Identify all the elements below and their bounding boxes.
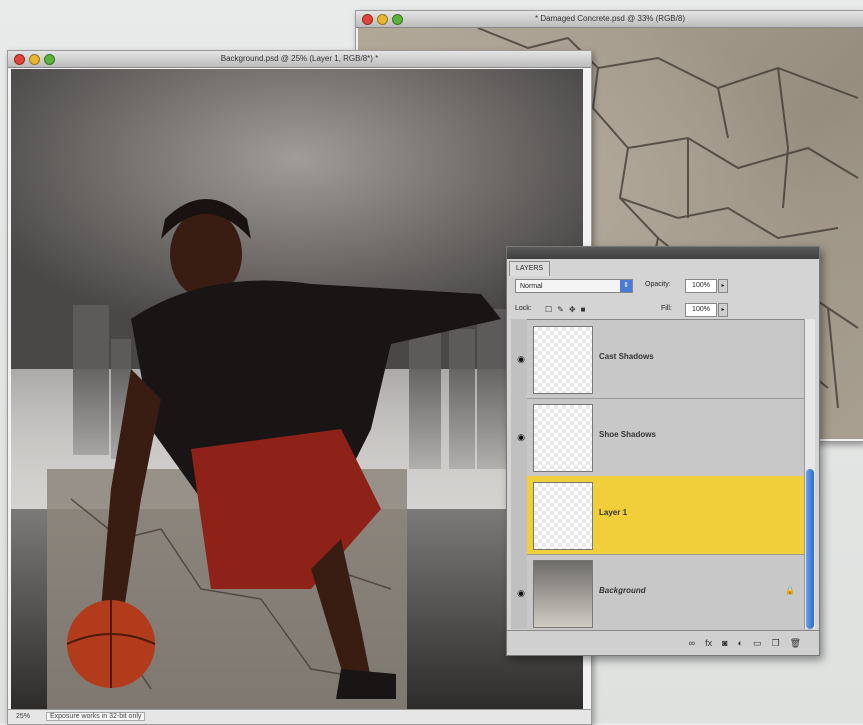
concrete-title: * Damaged Concrete.psd @ 33% (RGB/8) — [535, 14, 685, 23]
composite-canvas[interactable] — [11, 69, 583, 709]
layer-row-cast-shadows[interactable]: Cast Shadows — [527, 320, 811, 399]
fill-field[interactable]: 100% — [685, 303, 717, 317]
lock-transparent-icon[interactable]: ☐ — [545, 303, 552, 317]
layer-row-shoe-shadows[interactable]: Shoe Shadows — [527, 398, 811, 477]
layer-row-layer-1[interactable]: Layer 1 — [527, 476, 811, 555]
delete-layer-icon[interactable]: 🗑 — [790, 638, 801, 649]
panel-header[interactable] — [507, 247, 819, 259]
fill-label: Fill: — [661, 305, 672, 312]
layers-footer: ∞ fx ◙ ◐ ▭ ❐ 🗑 — [507, 630, 819, 655]
layers-tab[interactable]: LAYERS — [509, 261, 551, 276]
lock-label: Lock: — [515, 305, 532, 312]
layer-thumbnail — [533, 560, 593, 628]
fill-stepper[interactable]: ▸ — [718, 303, 728, 317]
layer-style-icon[interactable]: fx — [705, 638, 712, 648]
background-title: Background.psd @ 25% (Layer 1, RGB/8*) * — [220, 54, 379, 63]
eye-icon[interactable]: ◉ — [515, 433, 527, 442]
lock-all-icon[interactable]: ■ — [581, 303, 586, 317]
layer-name: Layer 1 — [599, 508, 628, 517]
layer-name: Background — [599, 586, 646, 595]
adjustment-layer-icon[interactable]: ◐ — [738, 638, 743, 648]
minimize-button[interactable] — [29, 54, 40, 65]
background-document-window[interactable]: Background.psd @ 25% (Layer 1, RGB/8*) * — [7, 50, 592, 725]
scroll-thumb[interactable] — [806, 469, 814, 629]
blend-row: Normal ⇕ Opacity: 100% ▸ — [511, 277, 815, 297]
lock-move-icon[interactable]: ✥ — [569, 303, 576, 317]
eye-icon[interactable]: ◉ — [515, 355, 527, 364]
link-layers-icon[interactable]: ∞ — [689, 638, 695, 648]
layer-mask-icon[interactable]: ◙ — [722, 638, 727, 648]
layers-scrollbar[interactable] — [804, 319, 815, 629]
eye-icon[interactable]: ◉ — [515, 589, 527, 598]
status-message[interactable]: Exposure works in 32-bit only — [45, 712, 146, 721]
zoom-level[interactable]: 25% — [16, 713, 30, 720]
new-group-icon[interactable]: ▭ — [753, 638, 762, 649]
opacity-label: Opacity: — [645, 281, 671, 288]
lock-brush-icon[interactable]: ✎ — [557, 303, 564, 317]
layer-thumbnail — [533, 404, 593, 472]
layer-name: Cast Shadows — [599, 352, 654, 361]
status-bar: 25% Exposure works in 32-bit only — [8, 709, 591, 724]
background-title-bar[interactable]: Background.psd @ 25% (Layer 1, RGB/8*) * — [8, 51, 591, 68]
composite-artwork — [11, 69, 583, 709]
close-button[interactable] — [14, 54, 25, 65]
visibility-column: ◉ ◉ ◉ — [511, 319, 527, 629]
layer-row-background[interactable]: Background 🔒 — [527, 554, 811, 633]
zoom-button[interactable] — [44, 54, 55, 65]
layer-name: Shoe Shadows — [599, 430, 656, 439]
zoom-button[interactable] — [392, 14, 403, 25]
layer-thumbnail — [533, 326, 593, 394]
close-button[interactable] — [362, 14, 373, 25]
layers-panel[interactable]: LAYERS Normal ⇕ Opacity: 100% ▸ Lock: ☐ … — [506, 246, 820, 656]
concrete-title-bar[interactable]: * Damaged Concrete.psd @ 33% (RGB/8) — [356, 11, 863, 28]
new-layer-icon[interactable]: ❐ — [771, 638, 779, 649]
chevron-down-icon: ⇕ — [620, 280, 632, 292]
minimize-button[interactable] — [377, 14, 388, 25]
blend-mode-value: Normal — [520, 283, 543, 290]
blend-mode-select[interactable]: Normal ⇕ — [515, 279, 633, 293]
layer-thumbnail — [533, 482, 593, 550]
opacity-field[interactable]: 100% — [685, 279, 717, 293]
lock-icon: 🔒 — [785, 586, 795, 595]
lock-row: Lock: ☐ ✎ ✥ ■ Fill: 100% ▸ — [511, 301, 815, 319]
layer-list: Cast Shadows Shoe Shadows Layer 1 Backgr… — [527, 319, 811, 633]
opacity-stepper[interactable]: ▸ — [718, 279, 728, 293]
